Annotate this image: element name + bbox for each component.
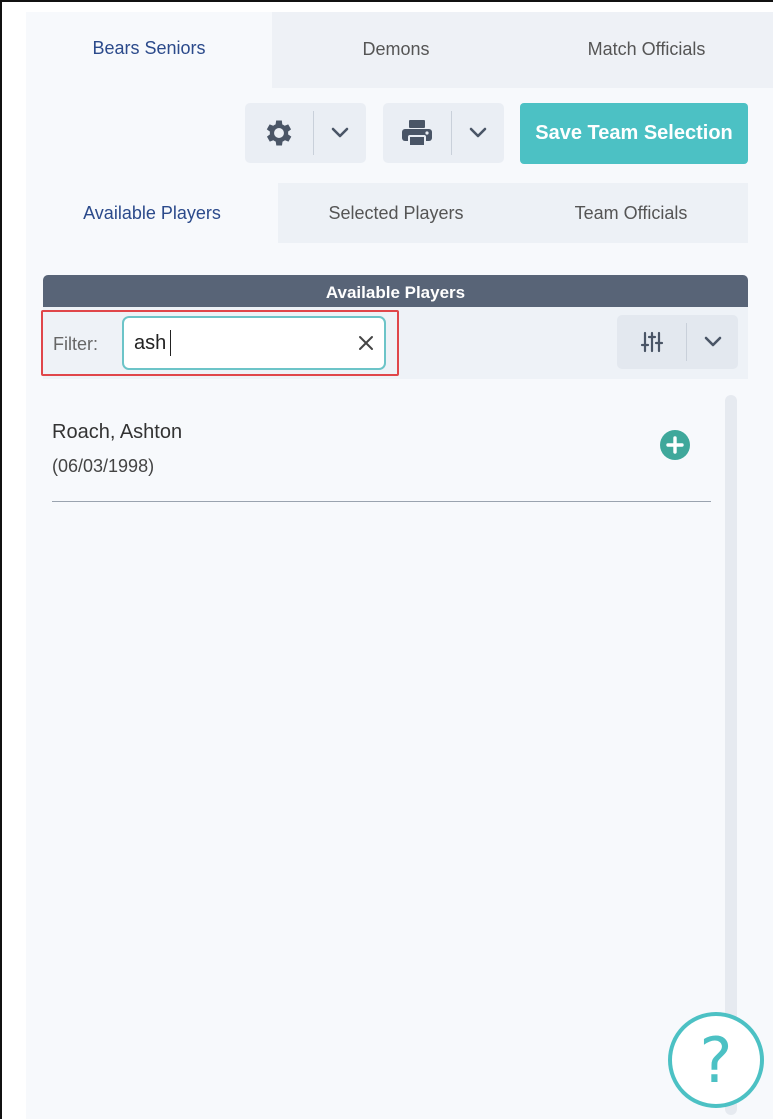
settings-dropdown-button[interactable] [314, 103, 366, 163]
settings-button-group [245, 103, 366, 163]
print-button-group [383, 103, 504, 163]
team-tabs: Bears Seniors Demons Match Officials [26, 12, 773, 88]
gear-icon [266, 120, 292, 146]
print-button[interactable] [383, 103, 451, 163]
player-sub-tabs: Available Players Selected Players Team … [26, 183, 748, 243]
columns-button-group [617, 315, 738, 369]
tab-available-players[interactable]: Available Players [26, 183, 278, 243]
settings-button[interactable] [245, 103, 313, 163]
chevron-down-icon [469, 127, 487, 138]
add-player-icon[interactable] [660, 430, 690, 460]
tab-demons[interactable]: Demons [272, 12, 520, 88]
tab-selected-players[interactable]: Selected Players [278, 183, 514, 243]
columns-button[interactable] [617, 315, 686, 369]
scrollbar[interactable] [725, 395, 737, 1115]
printer-icon [402, 120, 432, 147]
help-button[interactable]: ? [668, 1012, 764, 1108]
player-name: Roach, Ashton [52, 421, 183, 443]
tab-team-officials[interactable]: Team Officials [514, 183, 748, 243]
save-team-selection-button[interactable]: Save Team Selection [520, 103, 748, 164]
filter-highlight-box [41, 310, 399, 376]
list-item: Roach, Ashton (06/03/1998) [52, 406, 711, 502]
sliders-icon [640, 331, 663, 353]
team-panel: Save Team Selection Available Players Se… [26, 88, 773, 1119]
chevron-down-icon [704, 336, 721, 347]
tab-bears-seniors[interactable]: Bears Seniors [26, 12, 272, 88]
chevron-down-icon [331, 127, 349, 138]
player-dob: (06/03/1998) [52, 456, 155, 476]
list-header: Available Players [43, 275, 748, 307]
print-dropdown-button[interactable] [452, 103, 504, 163]
columns-dropdown-button[interactable] [687, 315, 738, 369]
tab-match-officials[interactable]: Match Officials [520, 12, 773, 88]
